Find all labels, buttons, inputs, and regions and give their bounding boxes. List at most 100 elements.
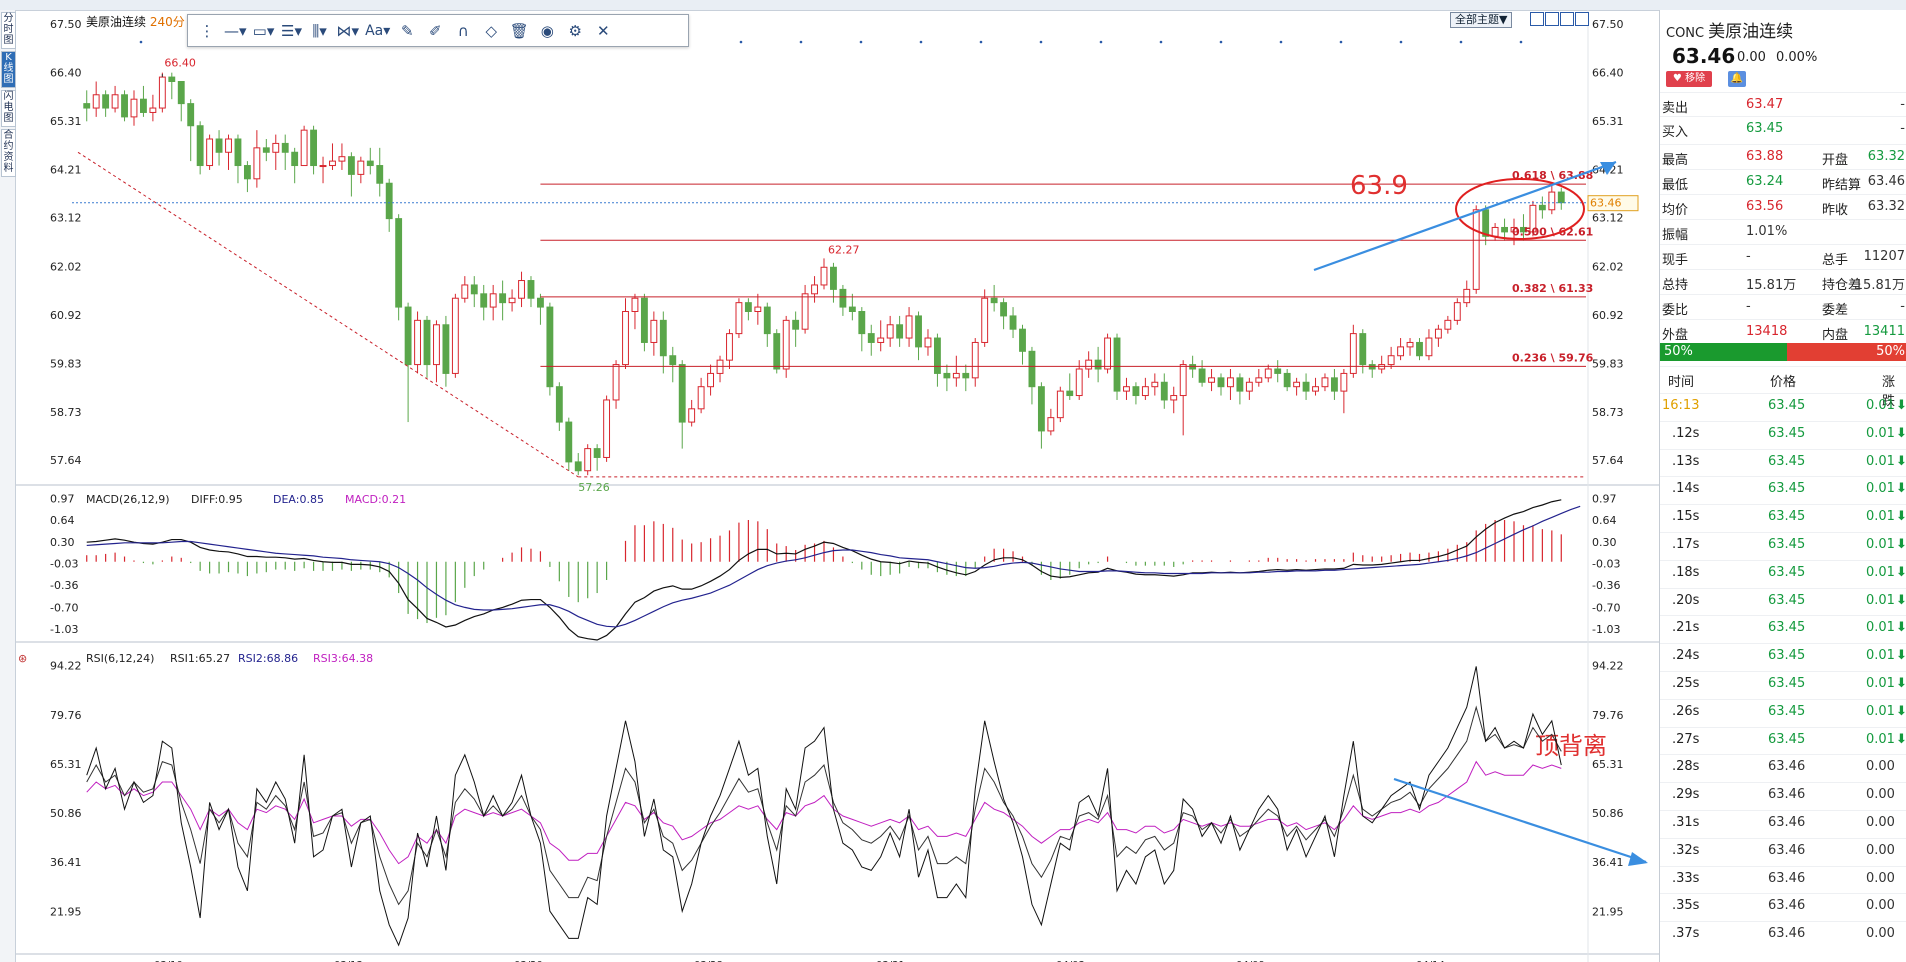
candle-body — [943, 372, 951, 379]
tick-header-row: 时间 价格 涨跌 — [1660, 366, 1906, 409]
candle-body — [1113, 337, 1121, 392]
candle-body — [1047, 417, 1055, 432]
price-tick-left: 62.02 — [50, 260, 82, 273]
high-label: 66.40 — [164, 57, 196, 70]
text-tool-button[interactable]: Aa ▾ — [365, 19, 390, 43]
bell-icon[interactable]: 🔔 — [1728, 71, 1746, 87]
tick-time: .15s — [1672, 509, 1700, 525]
eraser-icon[interactable]: ◇ — [480, 19, 502, 43]
tick-row: .18s 63.45 0.01 ⬇ — [1660, 559, 1906, 586]
candle-body — [669, 355, 677, 366]
quote-row: 均价 63.56 昨收 63.32 — [1660, 194, 1906, 220]
fib-tool-icon[interactable]: ☰▾ — [281, 19, 303, 43]
candle-body — [763, 306, 771, 335]
macd-tick-right: 0.64 — [1592, 514, 1617, 527]
candle-body — [518, 280, 525, 299]
macd-tick-left: 0.97 — [50, 492, 75, 505]
tick-time: .27s — [1672, 731, 1700, 747]
macd-tick-left: 0.30 — [50, 536, 75, 549]
quote-value: 63.56 — [1746, 199, 1784, 214]
marker-dot — [919, 40, 923, 44]
rsi2-label: RSI2:68.86 — [238, 652, 298, 665]
candle-body — [262, 147, 270, 153]
close-icon[interactable]: ✕ — [592, 19, 614, 43]
candle-body — [1274, 368, 1282, 374]
panel-symbol: CONC 美原油连续 — [1666, 17, 1793, 42]
tick-change: 0.01 — [1866, 703, 1895, 719]
macd-tick-right: 0.97 — [1592, 492, 1617, 505]
left-tab[interactable]: 分时图 — [1, 12, 16, 49]
chart-symbol-label: 美原油连续 240分 — [86, 13, 185, 30]
price-tick-left: 59.83 — [50, 357, 82, 370]
tick-row: .17s 63.45 0.01 ⬇ — [1660, 532, 1906, 558]
tick-time: .32s — [1672, 842, 1700, 858]
tick-row: .33s 63.46 0.00 — [1660, 865, 1906, 892]
layout-icon[interactable] — [1545, 12, 1559, 26]
candle-body — [1312, 386, 1319, 392]
down-arrow-icon: ⬇ — [1896, 425, 1906, 441]
trash-icon[interactable]: 🗑 — [508, 19, 530, 43]
tick-row: .26s 63.45 0.01 ⬇ — [1660, 698, 1906, 725]
magnet-icon[interactable]: ∩ — [452, 19, 474, 43]
rsi-tick-left: 50.86 — [50, 807, 82, 820]
tick-row: .37s 63.46 0.00 — [1660, 921, 1906, 947]
line-tool-icon[interactable]: —▾ — [224, 19, 247, 43]
quote-label: 现手 — [1662, 253, 1689, 268]
theme-dropdown[interactable]: 全部主题▼ — [1450, 12, 1513, 28]
candle-body — [933, 337, 941, 374]
tick-time: .31s — [1672, 815, 1700, 830]
channel-tool-icon[interactable]: ⫼▾ — [309, 19, 331, 43]
pattern-tool-icon[interactable]: ⋈▾ — [337, 19, 360, 43]
tick-change: 0.01 — [1866, 481, 1895, 497]
candle-body — [225, 138, 232, 153]
left-tab[interactable]: 合约资料 — [1, 129, 16, 177]
left-tab[interactable]: K线图 — [1, 51, 16, 88]
candle-body — [1472, 209, 1480, 290]
pen-icon[interactable]: ✐ — [424, 19, 446, 43]
layout-icon[interactable] — [1560, 12, 1574, 26]
down-arrow-icon: ⬇ — [1896, 398, 1906, 413]
candle-body — [1548, 191, 1556, 211]
tick-price: 63.45 — [1768, 620, 1806, 636]
layout-icon[interactable] — [1530, 12, 1544, 26]
candle-body — [782, 319, 790, 370]
candle-body — [1227, 377, 1234, 388]
candle-body — [754, 306, 762, 313]
candle-body — [451, 297, 459, 374]
candle-body — [886, 324, 894, 339]
tick-time: 16:13 — [1662, 398, 1700, 413]
tick-time: .17s — [1672, 537, 1700, 552]
candle-body — [1245, 381, 1253, 392]
ruler-icon[interactable]: ✎ — [396, 19, 418, 43]
candle-body — [1151, 381, 1159, 388]
chart-area[interactable]: 67.5067.5066.4066.4065.3165.3164.2164.21… — [16, 10, 1659, 962]
candle-body — [215, 138, 223, 153]
candle-body — [404, 306, 412, 366]
quote-label: 昨收 — [1822, 203, 1849, 218]
down-arrow-icon: ⬇ — [1896, 620, 1906, 636]
macd-tick-right: -0.70 — [1592, 601, 1620, 614]
candle-body — [1217, 377, 1225, 388]
quote-value: 13418 — [1746, 324, 1788, 339]
left-tab[interactable]: 闪电图 — [1, 90, 16, 127]
tick-row: .31s 63.46 0.00 — [1660, 810, 1906, 836]
shape-tool-icon[interactable]: ▭▾ — [253, 19, 275, 43]
candle-body — [1397, 346, 1405, 357]
quote-label: 卖出 — [1662, 101, 1689, 116]
quote-label: 委差 — [1822, 303, 1849, 318]
price-tick-right: 62.02 — [1592, 260, 1624, 273]
rsi-tick-left: 36.41 — [50, 856, 82, 869]
rsi-title: RSI(6,12,24) — [86, 652, 154, 665]
layout-icon[interactable] — [1575, 12, 1589, 26]
candle-body — [319, 165, 327, 168]
tick-time: .20s — [1672, 592, 1700, 608]
drag-handle-icon[interactable]: ⋮ — [196, 19, 218, 43]
eye-icon[interactable]: ◉ — [536, 19, 558, 43]
remove-watch-button[interactable]: ♥ 移除 — [1666, 71, 1712, 87]
candle-body — [1330, 377, 1338, 392]
tick-row: .25s 63.45 0.01 ⬇ — [1660, 671, 1906, 697]
gear-icon[interactable]: ⚙ — [564, 19, 586, 43]
macd-tick-left: -1.03 — [50, 623, 78, 636]
quote-label: 最低 — [1662, 178, 1689, 193]
quote-label: 买入 — [1662, 125, 1689, 140]
